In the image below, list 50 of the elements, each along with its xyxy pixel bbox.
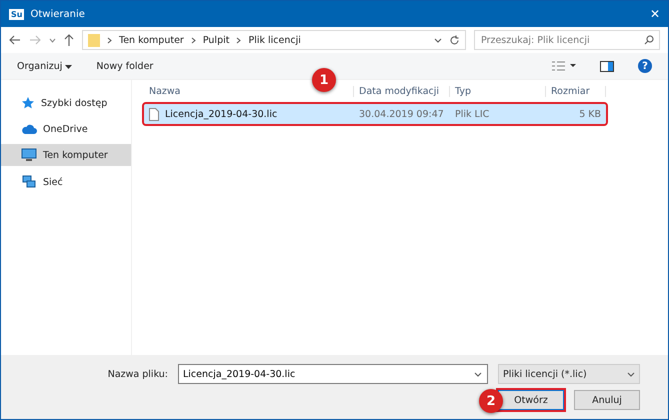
step-badge: 1 xyxy=(312,68,336,92)
chevron-icon xyxy=(107,36,112,44)
sidebar-item[interactable]: OneDrive xyxy=(1,119,131,139)
search-field[interactable]: Przeszukaj: Plik licencji xyxy=(474,30,660,50)
filename-field[interactable]: Licencja_2019-04-30.lic xyxy=(178,364,488,384)
cloud-icon xyxy=(21,123,37,135)
column-header[interactable]: Typ xyxy=(450,86,546,96)
file-icon xyxy=(149,108,159,120)
breadcrumb[interactable]: Ten komputer xyxy=(119,34,184,46)
column-header[interactable]: Rozmiar xyxy=(546,86,606,96)
network-icon xyxy=(21,175,37,189)
column-header[interactable]: Data modyfikacji xyxy=(354,86,450,96)
file-type-dropdown[interactable]: Pliki licencji (*.lic) xyxy=(498,364,640,384)
filename-label: Nazwa pliku: xyxy=(108,368,168,380)
dropdown-icon xyxy=(627,372,635,376)
window-title: Otwieranie xyxy=(30,8,86,20)
chevron-icon xyxy=(190,36,196,44)
dropdown-icon[interactable] xyxy=(434,38,442,42)
breadcrumb[interactable]: Pulpit xyxy=(202,34,230,46)
cancel-button[interactable]: Anuluj xyxy=(574,390,640,410)
organize-menu[interactable]: Organizuj xyxy=(17,58,72,74)
help-button[interactable]: ? xyxy=(638,59,652,73)
preview-pane-icon[interactable] xyxy=(600,60,614,72)
chevron-icon xyxy=(236,36,242,44)
view-options-icon[interactable] xyxy=(552,61,576,71)
close-button[interactable]: ✕ xyxy=(650,7,660,21)
computer-icon xyxy=(21,148,37,162)
search-icon xyxy=(644,35,654,45)
dropdown-icon xyxy=(474,372,482,377)
caret-icon xyxy=(65,64,72,68)
modified-date: 30.04.2019 09:47 xyxy=(358,108,445,120)
file-name: Licencja_2019-04-30.lic xyxy=(165,108,278,120)
file-size: 5 KB xyxy=(578,108,602,120)
sidebar-item[interactable]: Ten komputer xyxy=(1,144,131,166)
sidebar-item[interactable]: Szybki dostęp xyxy=(1,92,131,114)
app-icon: Su xyxy=(9,8,24,20)
back-icon[interactable] xyxy=(9,35,21,45)
new-folder-button[interactable]: Nowy folder xyxy=(96,58,154,74)
sidebar-item[interactable]: Sieć xyxy=(1,171,131,193)
up-icon[interactable] xyxy=(64,34,74,46)
address-bar[interactable]: Ten komputer Pulpit Plik licencji xyxy=(82,30,466,50)
breadcrumb[interactable]: Plik licencji xyxy=(248,34,301,46)
refresh-icon[interactable] xyxy=(449,34,460,46)
file-type: Plik LIC xyxy=(454,108,490,120)
file-row[interactable]: Licencja_2019-04-30.lic 30.04.2019 09:47 Plik LIC 5 KB xyxy=(144,104,606,124)
chevron-icon[interactable] xyxy=(49,38,56,42)
step-badge: 2 xyxy=(479,389,503,413)
star-icon xyxy=(21,96,35,110)
open-button[interactable]: Otwórz xyxy=(498,390,564,410)
folder-icon xyxy=(88,33,100,47)
